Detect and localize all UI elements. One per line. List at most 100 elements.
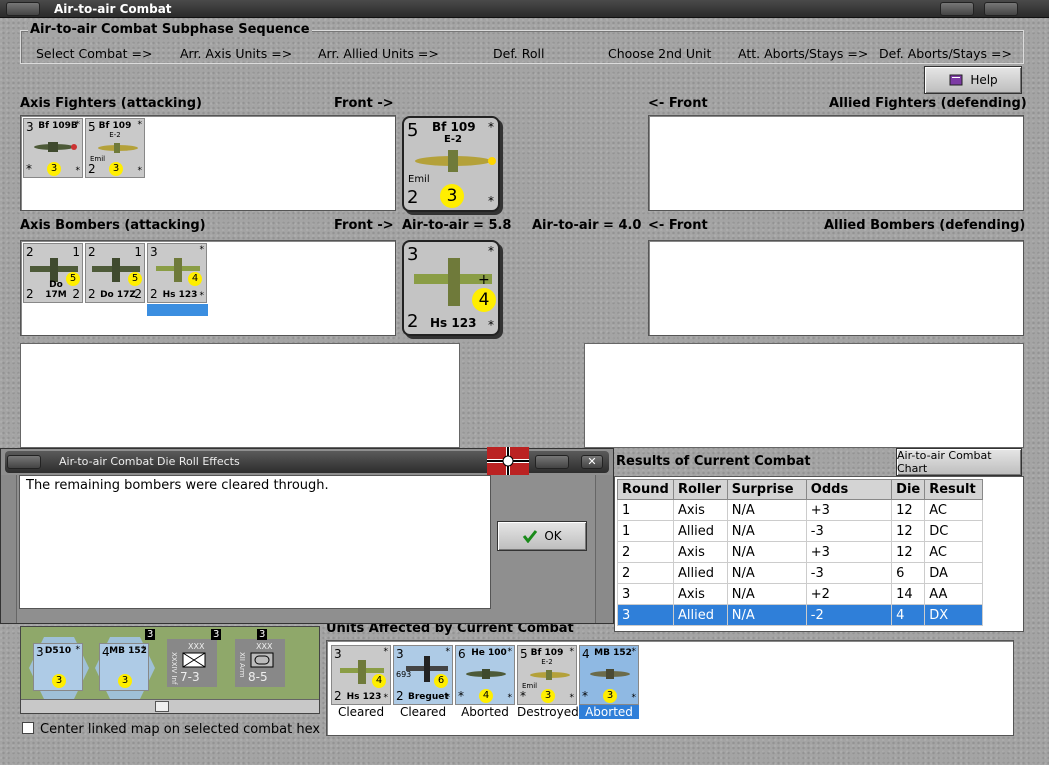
counter-do17m[interactable]: 2 1 5 2 Do 17M 2 bbox=[23, 243, 83, 303]
counter-bf109b[interactable]: 3 Bf 109B * * 3 * bbox=[23, 118, 83, 178]
allied-fighters-panel[interactable] bbox=[648, 115, 1024, 211]
cell-die: 12 bbox=[891, 541, 926, 563]
map-counter-mb152[interactable]: 4 MB 152 * 3 bbox=[99, 643, 149, 691]
counter-rating: 4 bbox=[188, 272, 202, 286]
table-row[interactable]: 1 Axis N/A +3 12 AC bbox=[617, 499, 983, 521]
counter-star: * bbox=[199, 245, 205, 255]
axis-bombers-front: Front -> bbox=[334, 218, 394, 233]
big-bomber-rating: 4 bbox=[472, 288, 496, 312]
counter-star: * bbox=[631, 647, 637, 657]
counter-rating: 4 bbox=[479, 689, 493, 703]
allied-fighters-front: <- Front bbox=[648, 96, 708, 111]
cell-surprise: N/A bbox=[726, 562, 807, 584]
counter-name: Bf 109 bbox=[98, 121, 132, 131]
window-menu-button[interactable] bbox=[6, 2, 40, 16]
cell-round: 2 bbox=[617, 562, 674, 584]
seq-step-att-aborts: Att. Aborts/Stays => bbox=[738, 46, 869, 61]
allied-escort-panel[interactable] bbox=[584, 343, 1024, 448]
col-round[interactable]: Round bbox=[617, 479, 674, 500]
minimize-button[interactable] bbox=[940, 2, 974, 16]
dialog-minimize-button[interactable] bbox=[535, 455, 569, 469]
col-result[interactable]: Result bbox=[924, 479, 983, 500]
maximize-button[interactable] bbox=[984, 2, 1018, 16]
fighter-plane-icon bbox=[415, 150, 496, 172]
infantry-symbol-icon bbox=[182, 652, 206, 668]
counter-name: Hs 123 bbox=[162, 290, 198, 300]
affected-counter-bf109-e2[interactable]: 5 Bf 109 E-2 * Emil * 3 * bbox=[517, 645, 577, 705]
allied-fighters-label: Allied Fighters (defending) bbox=[829, 96, 1027, 111]
armor-symbol-icon bbox=[250, 652, 274, 668]
linked-map[interactable]: 3 D510 * 3 4 MB 152 * 3 3 XXXIV Inf XXX … bbox=[20, 626, 320, 714]
cell-odds: +2 bbox=[805, 583, 893, 605]
stack-count: 3 bbox=[145, 629, 156, 640]
axis-fighters-label: Axis Fighters (attacking) bbox=[20, 96, 202, 111]
selected-fighter-counter[interactable]: 5 Bf 109 E-2 * Emil 2 3 * bbox=[402, 116, 500, 212]
cell-die: 12 bbox=[891, 499, 926, 521]
table-row-selected[interactable]: 3 Allied N/A -2 4 DX bbox=[617, 604, 983, 626]
table-row[interactable]: 2 Axis N/A +3 12 AC bbox=[617, 541, 983, 563]
affected-counter-breguet[interactable]: 3 * 693 6 2 Breguet * bbox=[393, 645, 453, 705]
map-counter-d510[interactable]: 3 D510 * 3 bbox=[33, 643, 83, 691]
counter-bf109-e2[interactable]: 5 Bf 109 E-2 * Emil 2 3 * bbox=[85, 118, 145, 178]
seq-step-arr-allied: Arr. Allied Units => bbox=[318, 46, 439, 61]
counter-do17z[interactable]: 2 1 5 2 Do 17Z 2 bbox=[85, 243, 145, 303]
col-die[interactable]: Die bbox=[891, 479, 926, 500]
scrollbar-thumb[interactable] bbox=[155, 701, 169, 712]
fighter-plane-icon bbox=[98, 143, 138, 153]
affected-counter-hs123[interactable]: 3 * 4 2 Hs 123 * bbox=[331, 645, 391, 705]
map-counter-infantry[interactable]: XXXIV Inf XXX 7-3 bbox=[167, 639, 217, 687]
big-fighter-name: Bf 109 bbox=[432, 120, 476, 134]
ok-button[interactable]: OK bbox=[497, 521, 587, 551]
counter-rating: 3 bbox=[47, 162, 61, 176]
center-map-label: Center linked map on selected combat hex bbox=[40, 722, 321, 737]
axis-bombers-panel[interactable]: 2 1 5 2 Do 17M 2 2 1 5 2 Do 17Z 2 3 * 4 … bbox=[20, 240, 396, 336]
dialog-menu-button[interactable] bbox=[7, 455, 41, 469]
counter-star: * bbox=[75, 645, 81, 655]
affected-counter-he100[interactable]: 6 He 100 * * 4 * bbox=[455, 645, 515, 705]
selected-bomber-counter[interactable]: 3 * + 4 2 Hs 123 * bbox=[402, 240, 500, 336]
fighter-plane-icon bbox=[34, 142, 77, 152]
help-button[interactable]: Help bbox=[924, 66, 1022, 94]
counter-star-bottom: * bbox=[199, 291, 205, 301]
cell-surprise: N/A bbox=[726, 583, 807, 605]
cell-odds: -3 bbox=[805, 520, 893, 542]
col-surprise[interactable]: Surprise bbox=[726, 479, 807, 500]
axis-escort-panel[interactable] bbox=[20, 343, 460, 448]
table-row[interactable]: 2 Allied N/A -3 6 DA bbox=[617, 562, 983, 584]
counter-rating: 3 bbox=[603, 689, 617, 703]
map-counter-armor[interactable]: XII Arm XXX 8-5 bbox=[235, 639, 285, 687]
cell-result: AC bbox=[924, 499, 983, 521]
table-row[interactable]: 3 Axis N/A +2 14 AA bbox=[617, 583, 983, 605]
col-roller[interactable]: Roller bbox=[672, 479, 728, 500]
center-map-checkbox[interactable] bbox=[22, 722, 34, 734]
counter-rating: 3 bbox=[109, 162, 123, 176]
svg-text:+: + bbox=[478, 272, 490, 288]
table-row[interactable]: 1 Allied N/A -3 12 DC bbox=[617, 520, 983, 542]
counter-strength: 3 bbox=[26, 120, 34, 134]
cell-result: DC bbox=[924, 520, 983, 542]
col-odds[interactable]: Odds bbox=[805, 479, 893, 500]
close-icon[interactable]: ✕ bbox=[581, 455, 603, 469]
counter-name: Do 17Z bbox=[100, 290, 136, 300]
cell-roller: Allied bbox=[672, 520, 728, 542]
map-horizontal-scrollbar[interactable] bbox=[21, 699, 319, 713]
cell-result: AC bbox=[924, 541, 983, 563]
counter-range: 2 bbox=[334, 689, 342, 703]
allied-bombers-panel[interactable] bbox=[648, 240, 1024, 336]
air-combat-chart-button[interactable]: Air-to-air Combat Chart bbox=[896, 448, 1022, 476]
counter-range: * bbox=[520, 689, 526, 703]
title-bar: Air-to-air Combat bbox=[0, 0, 1049, 18]
big-fighter-star-bottom: * bbox=[488, 194, 494, 208]
counter-name: MB 152 bbox=[594, 648, 632, 658]
book-icon bbox=[949, 74, 963, 86]
stack-count: 3 bbox=[211, 629, 222, 640]
affected-units-panel[interactable]: 3 * 4 2 Hs 123 * Cleared 3 * 693 6 2 Bre… bbox=[326, 640, 1014, 736]
counter-rating: 5 bbox=[128, 272, 142, 286]
unit-size: XXX bbox=[188, 642, 205, 651]
counter-hs123-selected[interactable]: 3 * 4 2 Hs 123 * bbox=[147, 243, 207, 303]
counter-rating: 4 bbox=[372, 674, 386, 688]
affected-counter-mb152-selected[interactable]: 4 MB 152 * * 3 * bbox=[579, 645, 639, 705]
cell-surprise: N/A bbox=[726, 520, 807, 542]
big-fighter-range: 2 bbox=[407, 187, 419, 208]
axis-fighters-panel[interactable]: 3 Bf 109B * * 3 * 5 Bf 109 E-2 * Emil 2 … bbox=[20, 115, 396, 211]
